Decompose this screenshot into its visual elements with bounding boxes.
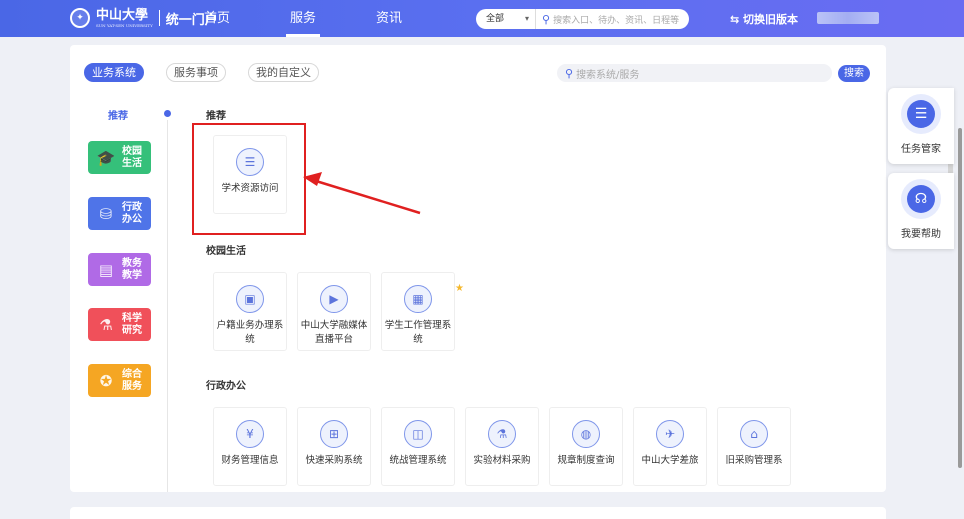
category-campus-life[interactable]: 🎓 校园生活 (88, 141, 151, 174)
section-title-recommend: 推荐 (206, 111, 226, 122)
search-icon[interactable]: ⚲ (542, 13, 550, 26)
system-search-button[interactable]: 搜索 (838, 65, 870, 82)
tab-my-custom[interactable]: 我的自定义 (248, 63, 319, 82)
chat-list-icon: ☰ (907, 100, 935, 128)
app-card-finance[interactable]: ¥ 财务管理信息 (213, 407, 287, 486)
headset-icon: ☊ (907, 185, 935, 213)
app-card-media-live-platform[interactable]: ▶ 中山大学融媒体直播平台 (297, 272, 371, 351)
global-search: 全部 ⚲ 搜索入口、待办、资讯、日程等 (476, 9, 689, 29)
rail-indicator-dot (164, 110, 171, 117)
stamp-icon: ⛁ (99, 204, 113, 223)
nav-home[interactable]: 首页 (200, 0, 234, 37)
help-widget[interactable]: ☊ 我要帮助 (888, 173, 954, 249)
app-card-travel[interactable]: ✈ 中山大学差旅 (633, 407, 707, 486)
switch-version-button[interactable]: ⇆ 切换旧版本 (730, 11, 798, 27)
id-card-icon: ▣ (236, 285, 264, 313)
logo-divider (158, 10, 160, 26)
page-scrollbar[interactable] (958, 128, 962, 468)
flask-icon: ⚗ (99, 315, 113, 334)
nav-news[interactable]: 资讯 (372, 0, 406, 37)
category-admin-office[interactable]: ⛁ 行政办公 (88, 197, 151, 230)
tab-service-items[interactable]: 服务事项 (166, 63, 226, 82)
book-icon: ▤ (98, 260, 114, 279)
life-ring-icon: ✪ (99, 371, 113, 390)
user-name-blurred[interactable] (817, 12, 879, 24)
service-tabs: 业务系统 服务事项 我的自定义 (84, 63, 341, 82)
highlight-box (192, 123, 306, 235)
services-panel: 业务系统 服务事项 我的自定义 ⚲ 搜索系统/服务 搜索 推荐 🎓 校园生活 ⛁… (70, 45, 953, 492)
rail-recommend[interactable]: 推荐 (108, 107, 128, 122)
app-card-old-purchase[interactable]: ⌂ 旧采购管理系 (717, 407, 791, 486)
store-icon: ⌂ (740, 420, 768, 448)
category-research[interactable]: ⚗ 科学研究 (88, 308, 151, 341)
globe-icon: ◍ (572, 420, 600, 448)
nav-services[interactable]: 服务 (286, 0, 321, 37)
book-open-icon: ◫ (404, 420, 432, 448)
system-search: ⚲ 搜索系统/服务 (557, 64, 832, 82)
video-icon: ▶ (320, 285, 348, 313)
search-scope-select[interactable]: 全部 (476, 9, 536, 29)
flask-icon: ⚗ (488, 420, 516, 448)
rail-divider (167, 120, 168, 492)
clipboard-user-icon: ▦ (404, 285, 432, 313)
app-card-quick-purchase[interactable]: ⊞ 快速采购系统 (297, 407, 371, 486)
cart-icon: ⊞ (320, 420, 348, 448)
university-seal-icon: ✦ (70, 8, 90, 28)
global-search-input[interactable]: 搜索入口、待办、资讯、日程等 (553, 13, 679, 26)
top-bar: ✦ 中山大學 SUN YAT-SEN UNIVERSITY 统一门户 首页 服务… (0, 0, 964, 37)
star-icon: ★ (455, 283, 464, 294)
category-teaching[interactable]: ▤ 教务教学 (88, 253, 151, 286)
tab-business-systems[interactable]: 业务系统 (84, 63, 144, 82)
section-title-admin-office: 行政办公 (206, 381, 246, 392)
plane-icon: ✈ (656, 420, 684, 448)
app-card-lab-materials[interactable]: ⚗ 实验材料采购 (465, 407, 539, 486)
app-card-united-front[interactable]: ◫ 统战管理系统 (381, 407, 455, 486)
search-icon: ⚲ (565, 66, 574, 80)
app-card-household-registration[interactable]: ▣ 户籍业务办理系统 (213, 272, 287, 351)
app-card-student-affairs[interactable]: ▦ 学生工作管理系统 ★ (381, 272, 464, 351)
app-card-regulations[interactable]: ◍ 规章制度查询 (549, 407, 623, 486)
yuan-icon: ¥ (236, 420, 264, 448)
graduation-cap-icon: 🎓 (96, 148, 116, 167)
category-general-services[interactable]: ✪ 综合服务 (88, 364, 151, 397)
system-search-input[interactable]: 搜索系统/服务 (576, 66, 639, 81)
university-logo[interactable]: ✦ 中山大學 SUN YAT-SEN UNIVERSITY 统一门户 (70, 8, 218, 28)
main-nav: 首页 服务 资讯 (200, 0, 458, 37)
logo-text: 中山大學 SUN YAT-SEN UNIVERSITY (96, 7, 153, 28)
section-title-campus-life: 校园生活 (206, 246, 246, 257)
secondary-panel (70, 507, 886, 519)
task-manager-widget[interactable]: ☰ 任务管家 (888, 88, 954, 164)
